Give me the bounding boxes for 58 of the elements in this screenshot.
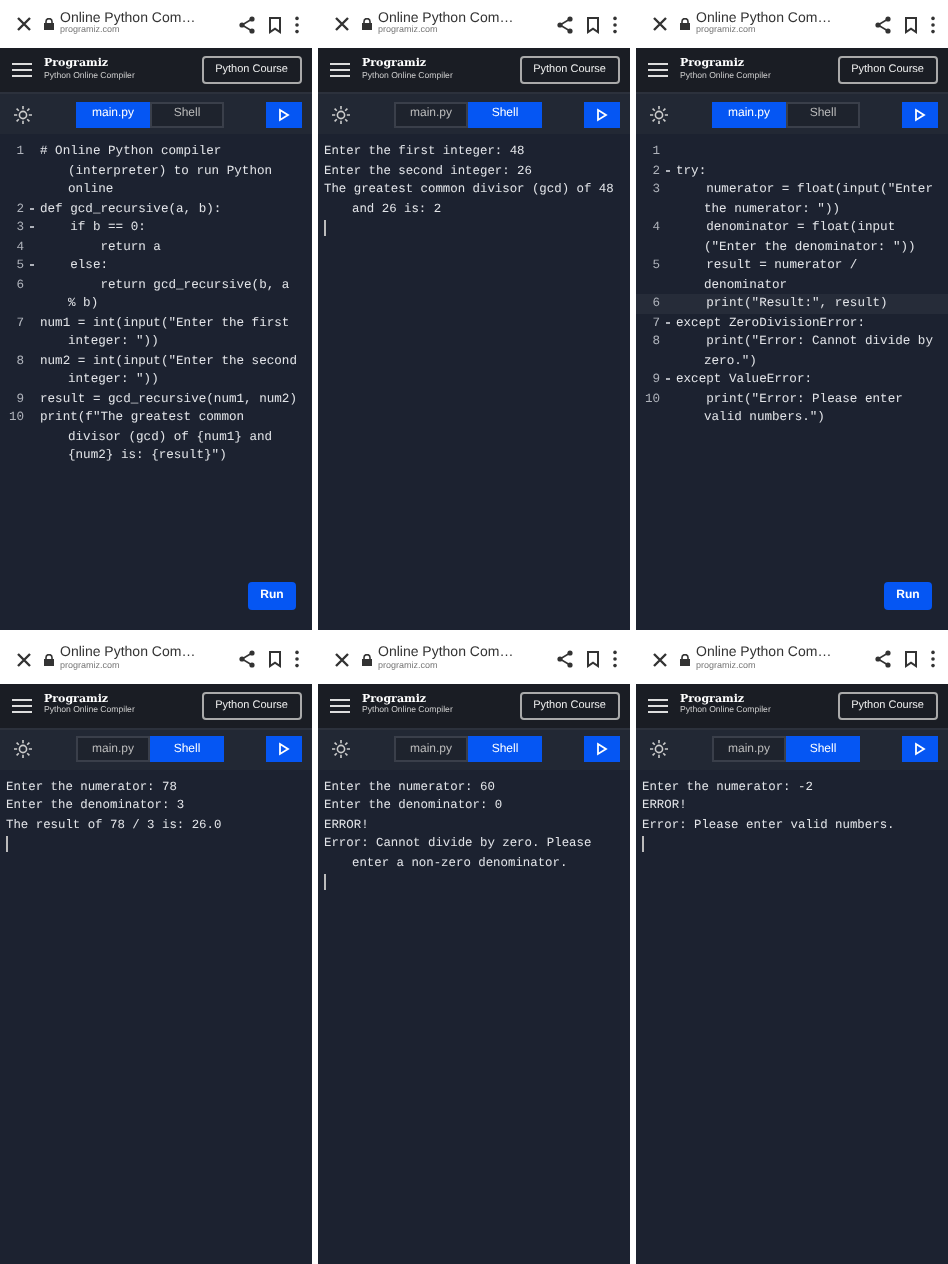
more-icon[interactable]: [930, 650, 936, 668]
close-icon[interactable]: [652, 651, 668, 667]
fold-marker[interactable]: [29, 264, 35, 266]
play-icon: [914, 107, 926, 121]
theme-icon[interactable]: [650, 740, 668, 758]
more-icon[interactable]: [612, 15, 618, 33]
bookmark-icon[interactable]: [268, 15, 282, 33]
close-icon[interactable]: [334, 16, 350, 32]
share-icon[interactable]: [238, 650, 256, 668]
fold-marker[interactable]: [665, 378, 671, 380]
theme-icon[interactable]: [332, 740, 350, 758]
bookmark-icon[interactable]: [268, 650, 282, 668]
menu-icon[interactable]: [648, 62, 668, 78]
play-icon: [278, 742, 290, 756]
close-icon[interactable]: [652, 16, 668, 32]
share-icon[interactable]: [556, 15, 574, 33]
close-icon[interactable]: [16, 16, 32, 32]
more-icon[interactable]: [612, 650, 618, 668]
bookmark-icon[interactable]: [586, 650, 600, 668]
lock-icon: [680, 18, 690, 30]
play-icon: [914, 742, 926, 756]
play-icon: [278, 107, 290, 121]
more-icon[interactable]: [930, 15, 936, 33]
theme-icon[interactable]: [650, 105, 668, 123]
theme-icon[interactable]: [14, 740, 32, 758]
menu-icon[interactable]: [330, 62, 350, 78]
share-icon[interactable]: [874, 15, 892, 33]
fold-marker[interactable]: [29, 226, 35, 228]
lock-icon: [44, 18, 54, 30]
theme-icon[interactable]: [332, 105, 350, 123]
share-icon[interactable]: [874, 650, 892, 668]
lock-icon: [44, 653, 54, 665]
close-icon[interactable]: [16, 651, 32, 667]
bookmark-icon[interactable]: [904, 15, 918, 33]
bookmark-icon[interactable]: [904, 650, 918, 668]
more-icon[interactable]: [294, 15, 300, 33]
close-icon[interactable]: [334, 651, 350, 667]
run-icon-button[interactable]: [902, 101, 938, 127]
menu-icon[interactable]: [12, 62, 32, 78]
menu-icon[interactable]: [648, 697, 668, 713]
theme-icon[interactable]: [14, 105, 32, 123]
play-icon: [596, 107, 608, 121]
text-cursor: [642, 836, 644, 852]
lock-icon: [362, 18, 372, 30]
share-icon[interactable]: [238, 15, 256, 33]
text-cursor: [6, 836, 8, 852]
more-icon[interactable]: [294, 650, 300, 668]
text-cursor: [324, 874, 326, 890]
menu-icon[interactable]: [330, 697, 350, 713]
run-icon-button[interactable]: [266, 101, 302, 127]
lock-icon: [362, 653, 372, 665]
play-icon: [596, 742, 608, 756]
text-cursor: [324, 220, 326, 236]
lock-icon: [680, 653, 690, 665]
menu-icon[interactable]: [12, 697, 32, 713]
bookmark-icon[interactable]: [586, 15, 600, 33]
share-icon[interactable]: [556, 650, 574, 668]
run-icon-button[interactable]: [584, 101, 620, 127]
